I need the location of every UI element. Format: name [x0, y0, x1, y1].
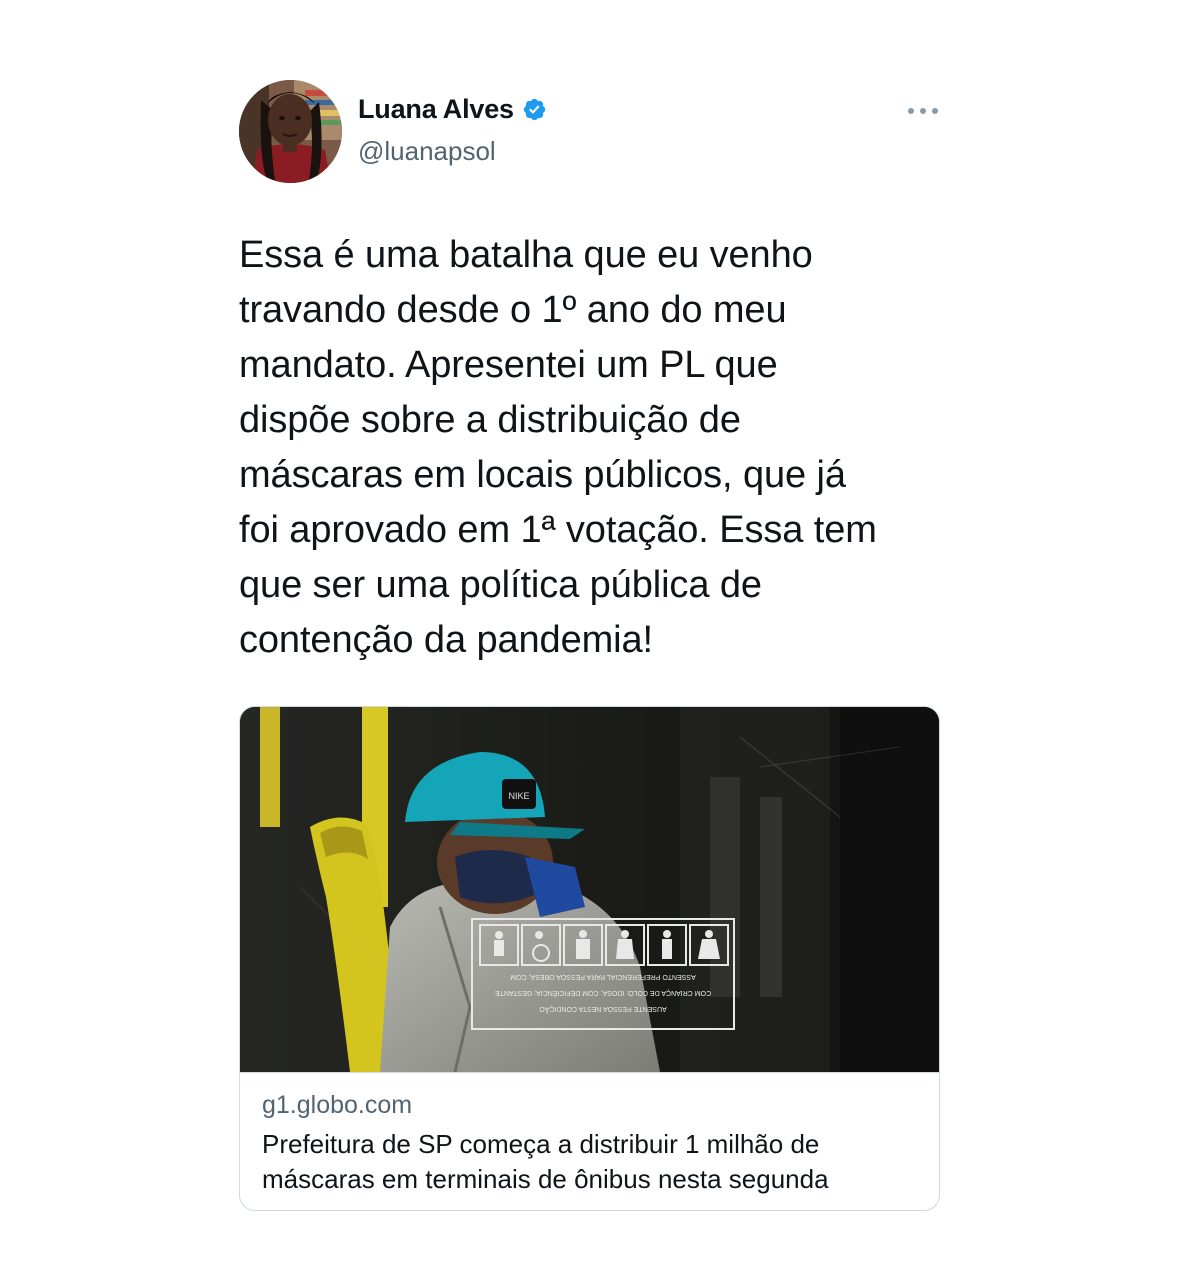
dot — [908, 108, 914, 114]
link-card-domain[interactable]: g1.globo.com — [262, 1091, 412, 1120]
link-card-image[interactable]: NIKE ASSENTO PREFERENCIAL PARA PESSOA OB… — [240, 707, 939, 1072]
dot — [932, 108, 938, 114]
link-preview-card[interactable]: NIKE ASSENTO PREFERENCIAL PARA PESSOA OB… — [239, 706, 940, 1211]
verified-badge-icon — [522, 97, 547, 122]
link-card-title[interactable]: Prefeitura de SP começa a distribuir 1 m… — [262, 1127, 927, 1197]
profile-photo-icon — [239, 80, 342, 183]
more-options-icon[interactable] — [908, 104, 938, 118]
bus-passenger-photo-icon: NIKE ASSENTO PREFERENCIAL PARA PESSOA OB… — [240, 707, 939, 1072]
svg-text:COM CRIANÇA DE COLO; IDOSA; CO: COM CRIANÇA DE COLO; IDOSA; COM DEFICIÊN… — [495, 989, 711, 998]
tweet-header: Luana Alves @luanapsol — [239, 80, 940, 184]
author-name-row[interactable]: Luana Alves — [358, 94, 547, 125]
tweet: Luana Alves @luanapsol Essa é uma batalh… — [239, 80, 940, 661]
card-divider — [240, 1072, 939, 1073]
svg-text:ASSENTO PREFERENCIAL PARA PESS: ASSENTO PREFERENCIAL PARA PESSOA OBESA; … — [510, 973, 696, 980]
author-handle[interactable]: @luanapsol — [358, 136, 496, 167]
svg-text:NIKE: NIKE — [508, 791, 529, 801]
author-display-name[interactable]: Luana Alves — [358, 94, 514, 125]
svg-text:AUSENTE PESSOA NESTA CONDIÇÃO: AUSENTE PESSOA NESTA CONDIÇÃO — [539, 1005, 667, 1014]
tweet-text: Essa é uma batalha que eu venho travando… — [239, 234, 877, 661]
dot — [920, 108, 926, 114]
avatar[interactable] — [239, 80, 342, 183]
